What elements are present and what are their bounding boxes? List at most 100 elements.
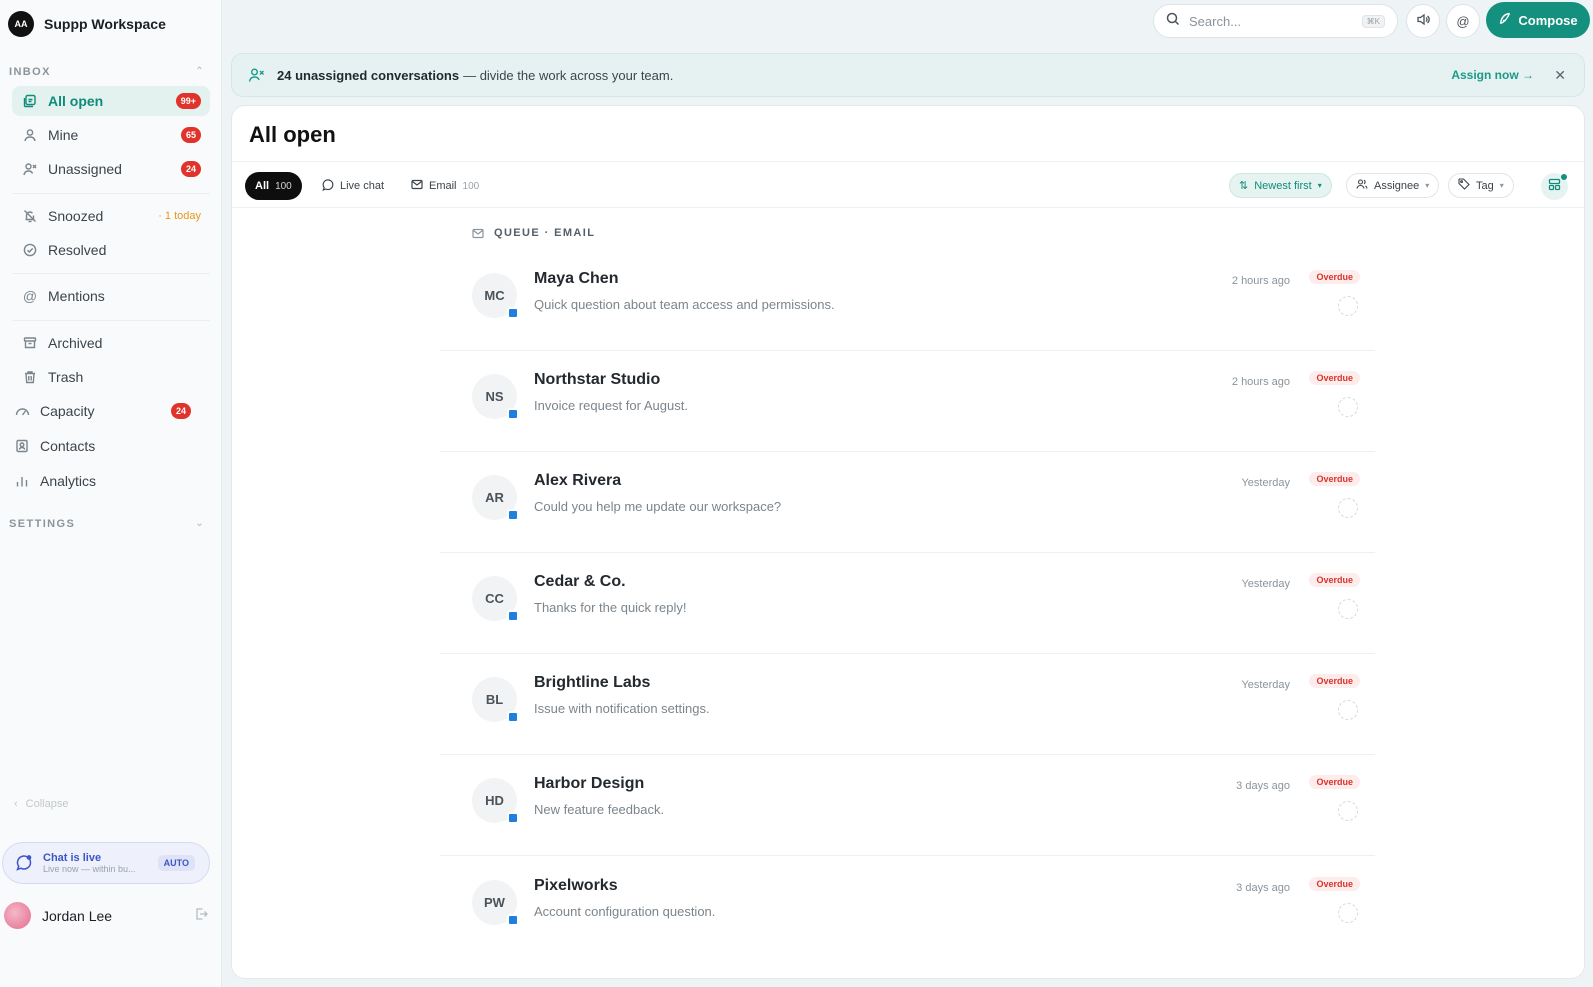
compose-button[interactable]: Compose — [1486, 2, 1590, 38]
workspace-switcher[interactable]: AA Suppp Workspace — [8, 11, 166, 37]
user-profile[interactable]: Jordan Lee — [4, 902, 208, 929]
workspace-logo: AA — [8, 11, 34, 37]
sidebar-item-unassigned[interactable]: Unassigned 24 — [12, 154, 210, 184]
email-channel-icon — [507, 610, 519, 622]
contact-name: Northstar Studio — [534, 371, 661, 388]
conversation-row[interactable]: MC Maya Chen Quick question about team acc… — [440, 250, 1375, 351]
queue-header: QUEUE · EMAIL — [472, 227, 595, 239]
mail-icon — [472, 228, 484, 239]
sidebar-item-mentions[interactable]: @ Mentions — [12, 281, 210, 311]
conversation-row[interactable]: PW Pixelworks Account configuration questi… — [440, 857, 1375, 958]
divider — [12, 320, 210, 321]
conversation-row[interactable]: AR Alex Rivera Could you help me update ou… — [440, 452, 1375, 553]
tag-dropdown[interactable]: Tag ▾ — [1448, 173, 1514, 198]
filter-tab-email[interactable]: Email 100 — [401, 172, 489, 200]
collapse-sidebar-button[interactable]: ‹ Collapse — [14, 798, 68, 810]
sidebar-item-label: Unassigned — [48, 161, 122, 177]
assignee-dropdown[interactable]: Assignee ▾ — [1346, 173, 1440, 198]
tag-icon — [1458, 178, 1470, 193]
message-preview: Thanks for the quick reply! — [534, 600, 687, 615]
sidebar-item-label: Capacity — [40, 403, 95, 419]
assignee-label: Assignee — [1374, 179, 1420, 192]
inbox-icon — [22, 93, 38, 109]
mail-icon — [411, 179, 423, 193]
sidebar-item-all-open[interactable]: All open 99+ — [12, 86, 210, 116]
timestamp: 2 hours ago — [1231, 275, 1290, 287]
count-badge: 24 — [180, 161, 201, 177]
sidebar-item-mine[interactable]: Mine 65 — [12, 120, 210, 150]
contacts-icon — [14, 438, 30, 454]
timestamp: 3 days ago — [1236, 882, 1290, 894]
auto-mode-badge: AUTO — [157, 855, 195, 871]
sidebar-item-label: Snoozed — [48, 208, 104, 224]
page-title: All open — [249, 122, 336, 147]
sidebar-item-analytics[interactable]: Analytics — [4, 466, 202, 496]
search-input[interactable]: Search... ⌘K — [1153, 4, 1398, 38]
filter-label: Live chat — [340, 180, 385, 192]
chevron-up-icon: ⌃ — [195, 66, 205, 77]
filter-tab-all[interactable]: All 100 — [245, 172, 302, 200]
workspace-name: Suppp Workspace — [44, 16, 166, 32]
sidebar-item-label: Trash — [48, 369, 84, 385]
search-placeholder: Search... — [1189, 13, 1242, 29]
message-preview: New feature feedback. — [534, 802, 665, 817]
search-shortcut: ⌘K — [1361, 14, 1385, 28]
settings-section-header[interactable]: SETTINGS ⌄ — [9, 518, 205, 530]
sidebar-item-contacts[interactable]: Contacts — [4, 431, 202, 461]
contact-name: Maya Chen — [534, 270, 619, 287]
conversation-row[interactable]: NS Northstar Studio Invoice request for Au… — [440, 351, 1375, 452]
collapse-label: Collapse — [25, 798, 69, 810]
chat-status-toggle[interactable]: Chat is live Live now — within bu... AUT… — [2, 842, 210, 884]
sort-dropdown[interactable]: ⇅ Newest first ▾ — [1229, 173, 1332, 198]
assign-avatar-placeholder[interactable] — [1338, 296, 1358, 316]
message-preview: Invoice request for August. — [534, 398, 688, 413]
sidebar-item-capacity[interactable]: Capacity 24 — [4, 396, 202, 426]
sidebar-item-snoozed[interactable]: Snoozed · 1 today — [12, 201, 210, 231]
chevron-down-icon: ⌄ — [195, 518, 205, 529]
inbox-section-header[interactable]: INBOX ⌃ — [9, 66, 205, 78]
conversation-row[interactable]: HD Harbor Design New feature feedback. 3 da… — [440, 755, 1375, 856]
check-circle-icon — [22, 242, 38, 258]
banner-text: — divide the work across your team. — [463, 67, 674, 83]
queue-header-label: QUEUE · EMAIL — [494, 227, 596, 239]
sidebar-item-label: Mine — [48, 127, 79, 143]
assign-avatar-placeholder[interactable] — [1338, 903, 1358, 923]
filter-tab-live-chat[interactable]: Live chat — [312, 172, 394, 200]
filter-toolbar: All 100 Live chat Email 100 ⇅ Newest fir… — [232, 161, 1584, 208]
assign-avatar-placeholder[interactable] — [1338, 700, 1358, 720]
layout-toggle-button[interactable] — [1541, 173, 1568, 200]
sound-toggle-button[interactable] — [1406, 4, 1440, 38]
bell-off-icon — [22, 208, 38, 224]
sidebar-item-archived[interactable]: Archived — [12, 328, 210, 358]
sidebar-item-resolved[interactable]: Resolved — [12, 235, 210, 265]
assign-avatar-placeholder[interactable] — [1338, 397, 1358, 417]
conversation-row[interactable]: CC Cedar & Co. Thanks for the quick reply!… — [440, 553, 1375, 654]
count-badge: 65 — [180, 127, 201, 143]
email-channel-icon — [507, 307, 519, 319]
timestamp: 2 hours ago — [1231, 376, 1290, 388]
contact-name: Harbor Design — [534, 775, 645, 792]
assign-avatar-placeholder[interactable] — [1338, 599, 1358, 619]
tag-label: Tag — [1476, 179, 1494, 192]
filter-label: Email — [429, 180, 457, 192]
logout-icon[interactable] — [194, 907, 208, 924]
timestamp: Yesterday — [1241, 679, 1290, 691]
contact-name: Alex Rivera — [534, 472, 622, 489]
conversation-row[interactable]: BL Brightline Labs Issue with notification… — [440, 654, 1375, 755]
snooze-note: · 1 today — [158, 210, 201, 222]
contact-name: Pixelworks — [534, 877, 618, 894]
message-preview: Quick question about team access and per… — [534, 297, 835, 312]
status-badge: Overdue — [1309, 877, 1360, 891]
email-channel-icon — [507, 812, 519, 824]
message-preview: Issue with notification settings. — [534, 701, 710, 716]
assign-now-link[interactable]: Assign now → — [1451, 68, 1534, 82]
chat-status-subtitle: Live now — within bu... — [43, 864, 136, 874]
close-icon[interactable]: ✕ — [1554, 67, 1566, 84]
at-icon: @ — [22, 288, 38, 304]
sidebar-item-trash[interactable]: Trash — [12, 362, 210, 392]
assign-avatar-placeholder[interactable] — [1338, 801, 1358, 821]
count-badge: 99+ — [175, 93, 201, 109]
message-preview: Account configuration question. — [534, 904, 716, 919]
assign-avatar-placeholder[interactable] — [1338, 498, 1358, 518]
mentions-button[interactable]: @ — [1446, 4, 1480, 38]
